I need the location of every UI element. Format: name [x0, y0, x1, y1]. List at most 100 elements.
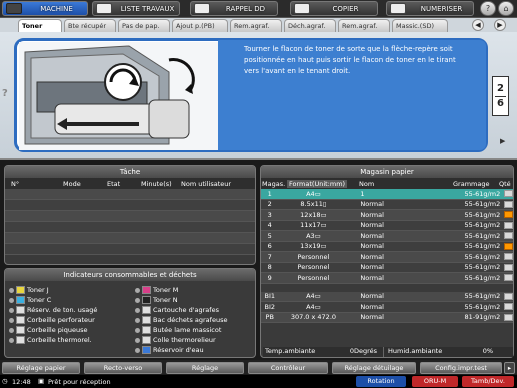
consumables-panel: Indicateurs consommables et déchets Tone…: [4, 268, 256, 358]
job-list-button[interactable]: LISTE TRAVAUX: [92, 1, 180, 16]
recall-hdd-button[interactable]: RAPPEL DD: [190, 1, 278, 16]
job-row[interactable]: [5, 233, 255, 244]
paper-tray-row[interactable]: 8 Personnel Normal 55-61g/m2: [261, 262, 514, 273]
paper-setting-button[interactable]: Réglage papier: [2, 362, 80, 374]
tab-add-paper-pb[interactable]: Ajout p.(PB): [172, 19, 228, 32]
job-table-header: N° Mode Etat Minute(s) Nom utilisateur: [5, 178, 255, 189]
bypass-tray-row[interactable]: PB 307.0 x 472.0 Normal 81-91g/m2: [261, 312, 514, 323]
tab-trimmer[interactable]: Massic.(SD): [392, 19, 448, 32]
paper-tray-row[interactable]: 4 11x17▭ Normal 55-61g/m2: [261, 220, 514, 231]
paper-level-icon: [504, 221, 514, 229]
job-row[interactable]: [5, 189, 255, 200]
tab-no-paper[interactable]: Pas de pap.: [118, 19, 170, 32]
test-print-config-button[interactable]: Config.impr.test: [420, 362, 502, 374]
tab-next-button[interactable]: ▶: [494, 19, 506, 31]
tray-name: 1: [360, 189, 365, 198]
trimmer-icon: [142, 326, 151, 334]
tray-format: Personnel: [297, 252, 330, 261]
status-dot-icon: [9, 327, 14, 333]
machine-button[interactable]: MACHINE: [2, 1, 88, 16]
tray-id: 7: [267, 252, 272, 261]
paper-tray-row[interactable]: 6 13x19▭ Normal 55-61g/m2: [261, 241, 514, 252]
tab-waste-box[interactable]: Bte récupér: [64, 19, 116, 32]
adjustment-button[interactable]: Réglage: [166, 362, 244, 374]
paper-tray-row[interactable]: 3 12x18▭ Normal 55-61g/m2: [261, 210, 514, 221]
paper-tray-row[interactable]: 5 A3▭ Normal 55-61g/m2: [261, 231, 514, 242]
paper-level-icon: [504, 253, 514, 261]
controller-button[interactable]: Contrôleur: [248, 362, 328, 374]
tab-staple-refill-2[interactable]: Rem.agraf.: [338, 19, 390, 32]
status-dot-icon: [9, 317, 14, 323]
col-name: Nom: [359, 180, 375, 188]
scan-icon: [390, 3, 406, 14]
paper-tray-title: Magasin papier: [261, 166, 513, 178]
job-row[interactable]: [5, 211, 255, 222]
status-dot-icon: [9, 297, 14, 303]
tray-name: Normal: [360, 221, 384, 230]
tray-id: BI1: [264, 292, 275, 301]
col-weight: Grammage: [453, 180, 490, 188]
duplex-button[interactable]: Recto-verso: [84, 362, 162, 374]
consumable-waste-toner: Réserv. de ton. usagé: [9, 305, 133, 315]
status-dot-icon: [135, 297, 140, 303]
consumables-left-list: Toner J Toner C Réserv. de ton. usagé Co…: [9, 285, 133, 345]
tray-grammage: 55-61g/m2: [464, 242, 501, 251]
tray-grammage: 55-61g/m2: [464, 302, 501, 311]
help-button[interactable]: ?: [480, 1, 496, 16]
consumable-punch-waste: Corbeille perforateur: [9, 315, 133, 325]
job-row[interactable]: [5, 200, 255, 211]
glue-icon: [142, 336, 151, 344]
scan-button[interactable]: NUMERISER: [386, 1, 474, 16]
tray-id: 2: [267, 200, 272, 209]
tray-format: 13x19▭: [300, 242, 327, 251]
tamb-indicator: Tamb/Dev.: [462, 376, 514, 387]
bottom-next-button[interactable]: ▸: [504, 362, 515, 374]
tab-staple-refill[interactable]: Rem.agraf.: [230, 19, 282, 32]
paper-tray-row[interactable]: 7 Personnel Normal 55-61g/m2: [261, 252, 514, 263]
tab-toner[interactable]: Toner: [18, 19, 62, 33]
tray-grammage: 55-61g/m2: [464, 189, 501, 198]
consumables-title: Indicateurs consommables et déchets: [5, 269, 255, 281]
job-row[interactable]: [5, 244, 255, 255]
tray-grammage: 81-91g/m2: [464, 313, 501, 322]
status-dot-icon: [9, 287, 14, 293]
bypass-tray-row[interactable]: BI2 A4▭ Normal 55-61g/m2: [261, 302, 514, 313]
tray-name: Normal: [360, 252, 384, 261]
water-tank-icon: [142, 346, 151, 354]
tab-staple-waste[interactable]: Déch.agraf.: [284, 19, 336, 32]
copy-button[interactable]: COPIER: [290, 1, 378, 16]
decurl-adjust-button[interactable]: Réglage détuilage: [332, 362, 416, 374]
home-icon: ⌂: [503, 4, 509, 13]
tray-id: 8: [267, 263, 272, 272]
consumable-toner-y: Toner J: [9, 285, 133, 295]
tray-id: 3: [267, 210, 272, 219]
bypass-tray-row[interactable]: BI1 A4▭ Normal 55-61g/m2: [261, 291, 514, 302]
paper-tray-row[interactable]: 2 8.5x11▯ Normal 55-61g/m2: [261, 199, 514, 210]
tray-format: A4▭: [306, 292, 321, 301]
tab-prev-button[interactable]: ◀: [472, 19, 484, 31]
paper-level-icon: [504, 274, 514, 282]
tray-grammage: 55-61g/m2: [464, 221, 501, 230]
paper-level-icon: [504, 232, 514, 240]
tray-id: 6: [267, 242, 272, 251]
paper-tray-row[interactable]: 9 Personnel Normal 55-61g/m2: [261, 273, 514, 284]
stapler-icon: [16, 326, 25, 334]
tray-grammage: 55-61g/m2: [464, 252, 501, 261]
tray-name: Normal: [360, 263, 384, 272]
paper-tray-row[interactable]: 1 A4▭ 1 55-61g/m2: [261, 189, 514, 200]
tray-grammage: 55-61g/m2: [464, 200, 501, 209]
tray-name: Normal: [360, 242, 384, 251]
col-format: Format(Unit:mm): [287, 180, 348, 188]
toner-icon: [16, 296, 25, 304]
col-quantity: Qté: [499, 180, 511, 188]
consumables-right-list: Toner M Toner N Cartouche d'agrafes Bac …: [135, 285, 255, 355]
home-button[interactable]: ⌂: [498, 1, 514, 16]
status-dot-icon: [135, 347, 140, 353]
tray-id: 1: [267, 189, 272, 198]
job-row[interactable]: [5, 222, 255, 233]
oru-indicator: ORU-M: [412, 376, 458, 387]
tray-format: A4▭: [306, 189, 321, 198]
guide-next-page-button[interactable]: ▶: [500, 137, 505, 145]
toner-icon: [16, 286, 25, 294]
status-dot-icon: [9, 337, 14, 343]
